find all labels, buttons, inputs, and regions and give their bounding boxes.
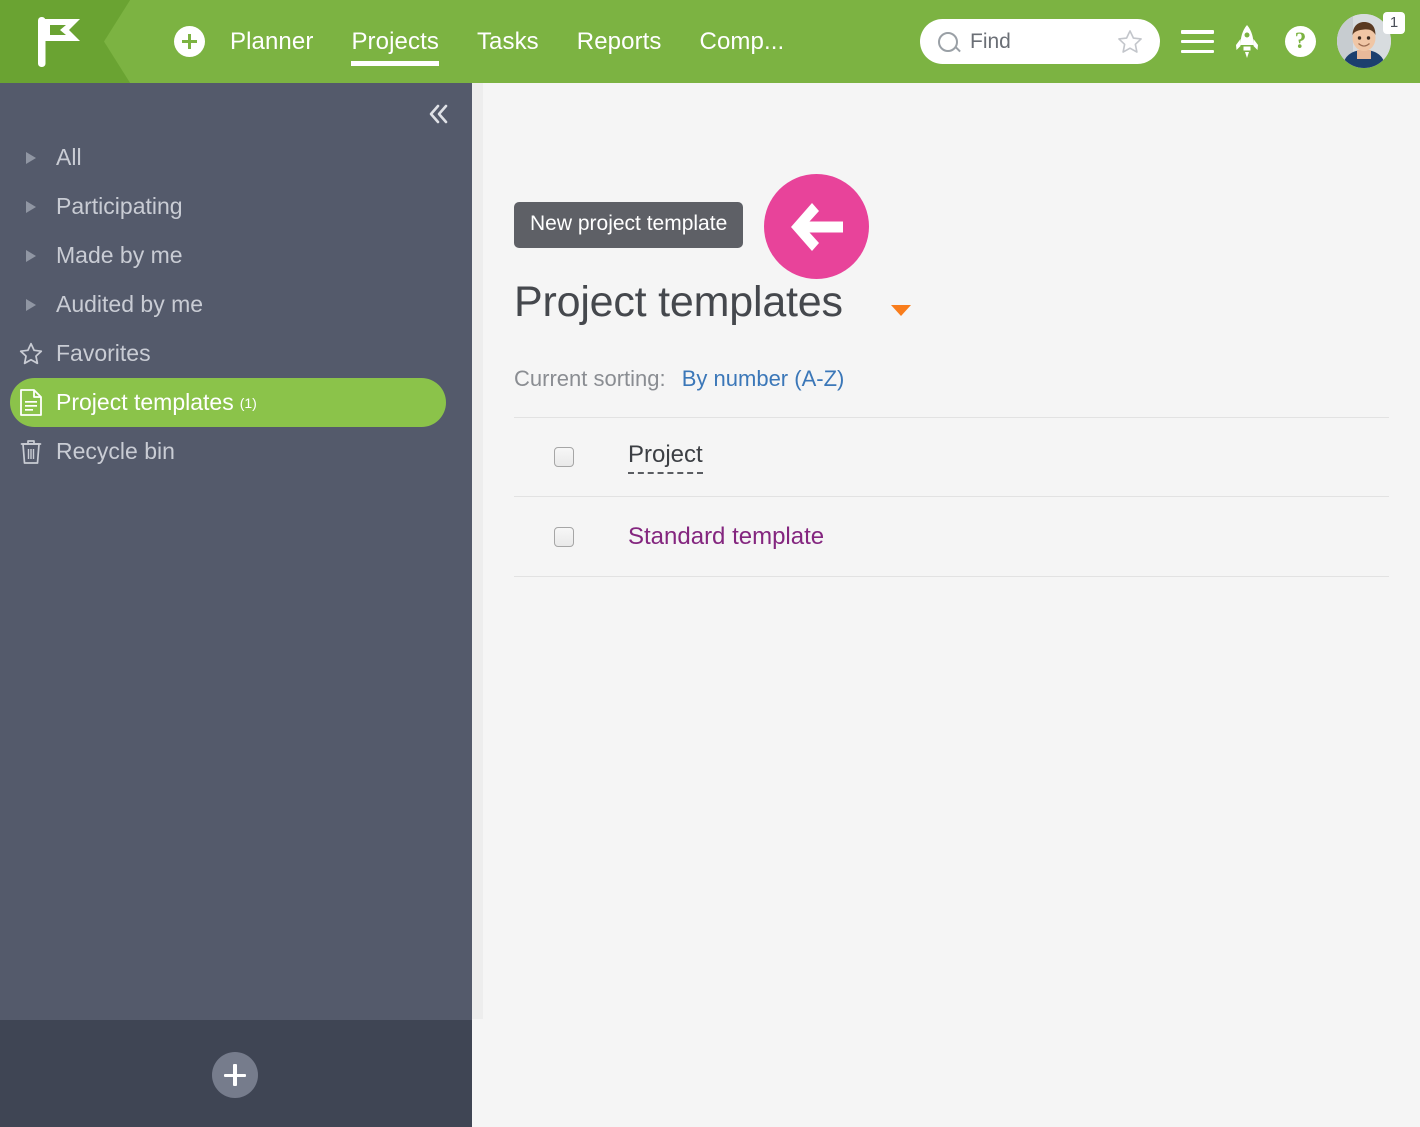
new-project-template-tooltip: New project template: [514, 202, 744, 248]
star-outline-icon: [14, 341, 48, 367]
checkbox-unchecked-icon[interactable]: [554, 447, 574, 467]
sidebar-item-label: Audited by me: [56, 291, 204, 317]
sidebar-item-participating[interactable]: Participating: [0, 182, 472, 231]
sidebar-scrollbar[interactable]: [472, 83, 483, 1019]
template-name-link[interactable]: Standard template: [628, 523, 824, 551]
star-outline-icon[interactable]: [1116, 28, 1144, 56]
question-mark-icon[interactable]: ?: [1285, 26, 1316, 57]
trash-icon: [14, 438, 48, 465]
top-header-bar: Planner Projects Tasks Reports Comp... ?: [0, 0, 1420, 83]
hamburger-line: [1181, 30, 1214, 34]
sidebar-item-label: Participating: [56, 193, 183, 219]
sidebar-item-label: Recycle bin: [56, 438, 175, 464]
sidebar-footer: [0, 1020, 472, 1127]
triangle-right-icon: [14, 249, 48, 263]
column-header-project[interactable]: Project: [628, 441, 703, 474]
nav-label: Comp...: [699, 28, 785, 55]
template-list: Project Standard template: [514, 417, 1389, 577]
sidebar-item-label: Made by me: [56, 242, 183, 268]
nav-item-reports[interactable]: Reports: [577, 0, 662, 83]
add-item-button[interactable]: [174, 26, 205, 57]
nav-item-projects[interactable]: Projects: [351, 0, 439, 83]
flag-logo-icon[interactable]: [38, 17, 86, 67]
sorting-label: Current sorting:: [514, 366, 666, 391]
nav-item-company[interactable]: Comp...: [700, 0, 785, 83]
sidebar-add-button[interactable]: [212, 1052, 258, 1098]
hamburger-menu-icon[interactable]: [1181, 30, 1214, 54]
triangle-right-icon: [14, 151, 48, 165]
document-icon: [14, 389, 48, 416]
sidebar-item-count: (1): [239, 394, 257, 411]
main-navigation: Planner Projects Tasks Reports Comp...: [230, 0, 822, 83]
current-sorting: Current sorting: By number (A-Z): [514, 366, 844, 392]
sidebar-item-favorites[interactable]: Favorites: [0, 329, 472, 378]
rocket-icon[interactable]: [1233, 25, 1261, 58]
sidebar: All Participating Made by me Audited by …: [0, 83, 472, 1127]
nav-label: Planner: [230, 28, 314, 55]
sidebar-item-recycle-bin[interactable]: Recycle bin: [0, 427, 472, 476]
sidebar-item-audited-by-me[interactable]: Audited by me: [0, 280, 472, 329]
highlight-arrow-left-icon: [764, 174, 869, 279]
sidebar-item-project-templates[interactable]: Project templates (1): [10, 378, 446, 427]
caret-down-icon[interactable]: [891, 305, 911, 316]
double-chevron-left-icon[interactable]: [421, 97, 455, 131]
search-box[interactable]: [920, 19, 1160, 64]
hamburger-line: [1181, 49, 1214, 54]
checkbox-unchecked-icon[interactable]: [554, 526, 574, 547]
sidebar-item-all[interactable]: All: [0, 133, 472, 182]
sidebar-item-made-by-me[interactable]: Made by me: [0, 231, 472, 280]
nav-label: Reports: [576, 28, 662, 55]
sidebar-item-label: Project templates: [56, 389, 234, 415]
table-row[interactable]: Project: [514, 417, 1389, 497]
sidebar-nav-list: All Participating Made by me Audited by …: [0, 133, 472, 476]
nav-label: Projects: [351, 28, 439, 55]
triangle-right-icon: [14, 200, 48, 214]
hamburger-line: [1181, 39, 1214, 44]
search-input[interactable]: [970, 29, 1095, 54]
sidebar-item-label: All: [56, 144, 82, 170]
avatar-notification-badge[interactable]: 1: [1383, 12, 1405, 34]
triangle-right-icon: [14, 298, 48, 312]
main-content: New project template Project templates C…: [483, 83, 1420, 1127]
nav-item-tasks[interactable]: Tasks: [477, 0, 539, 83]
sidebar-item-label: Favorites: [56, 340, 151, 366]
nav-item-planner[interactable]: Planner: [230, 0, 313, 83]
sorting-value-link[interactable]: By number (A-Z): [682, 366, 845, 391]
table-row[interactable]: Standard template: [514, 497, 1389, 577]
search-icon: [938, 31, 958, 52]
page-title: Project templates: [514, 278, 843, 326]
nav-label: Tasks: [476, 28, 539, 55]
